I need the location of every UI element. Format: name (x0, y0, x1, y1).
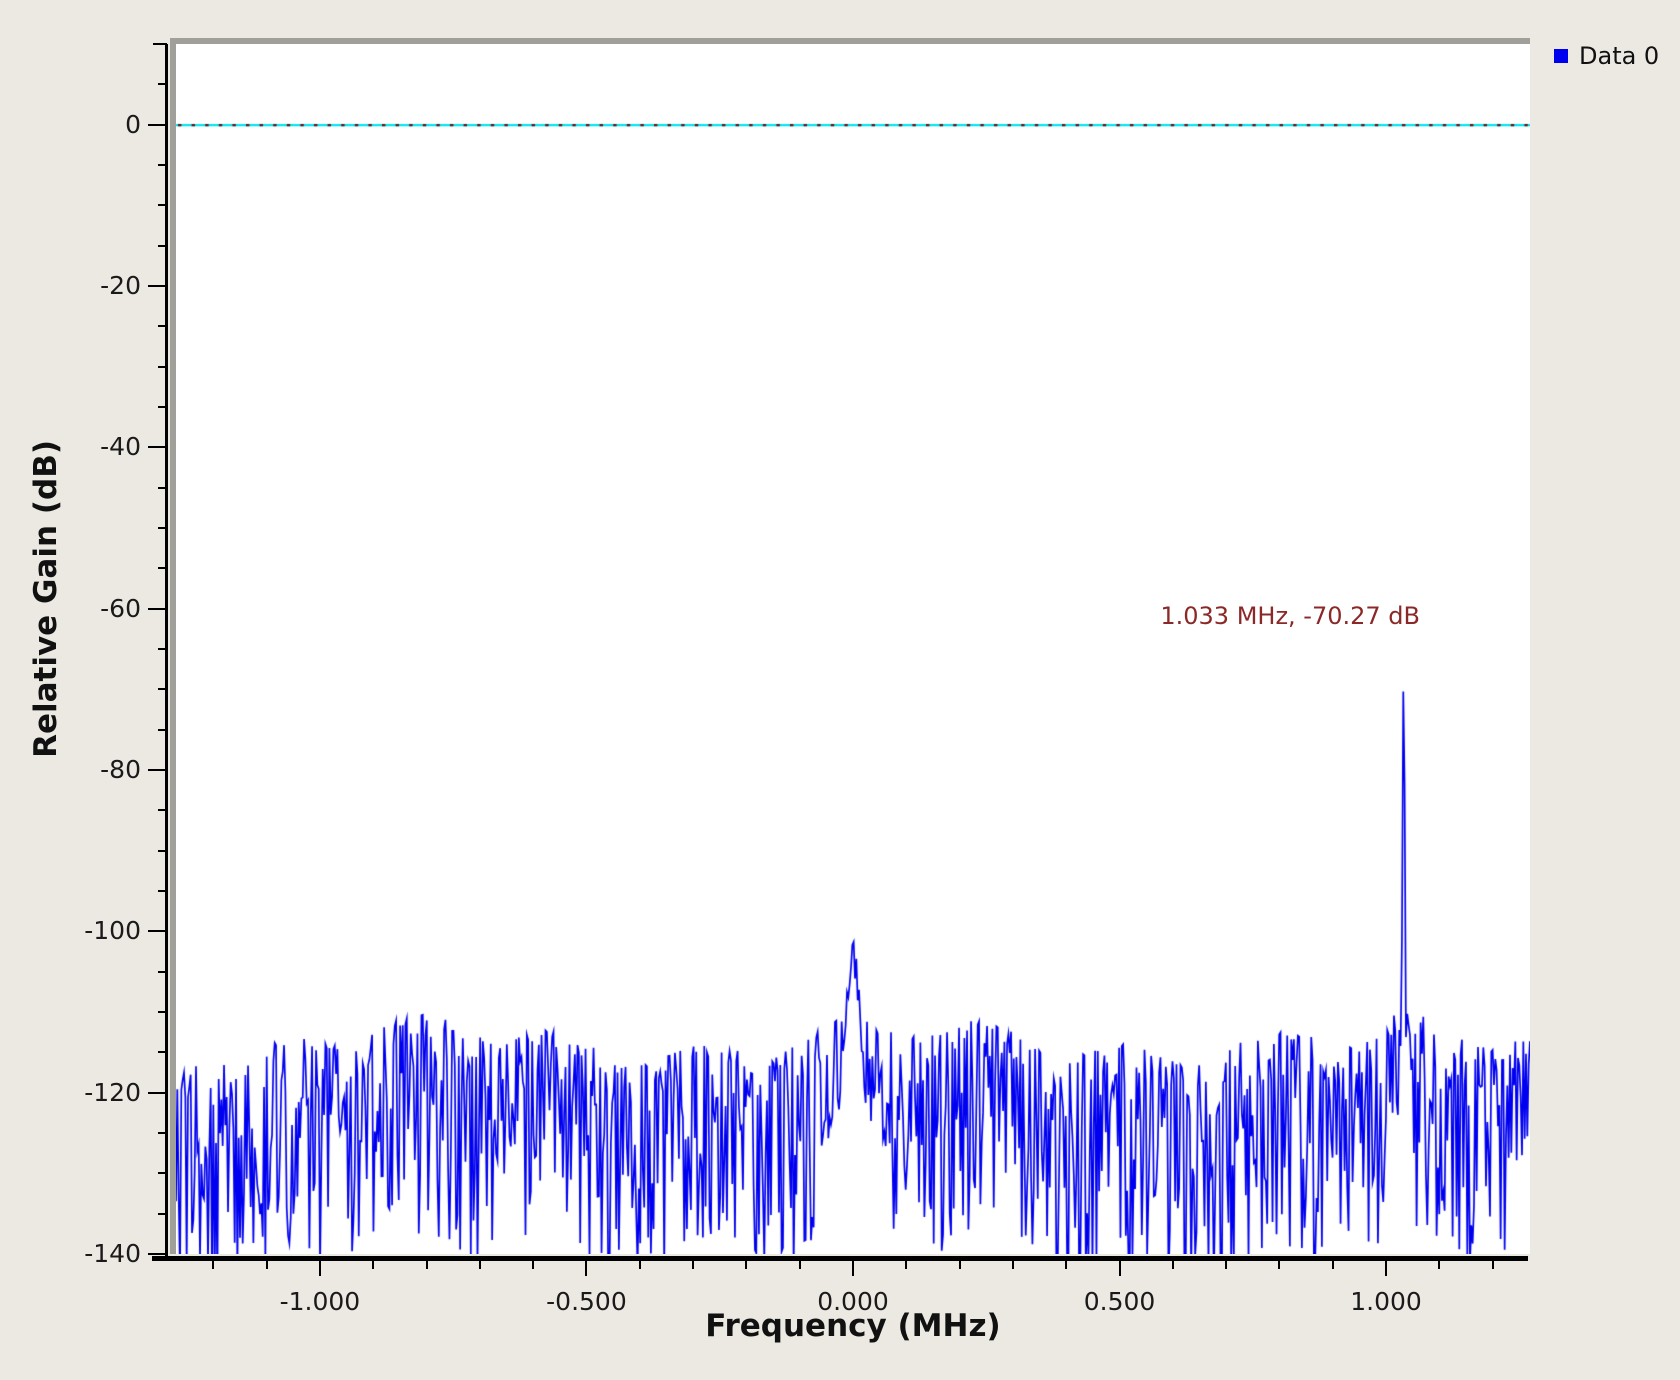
peak-marker-annotation: 1.033 MHz, -70.27 dB (1000, 602, 1420, 630)
y-minor-tick (158, 809, 167, 811)
x-minor-tick (1278, 1261, 1280, 1269)
y-minor-tick (158, 245, 167, 247)
y-minor-tick (158, 1132, 167, 1134)
y-major-tick (148, 608, 167, 610)
y-major-tick (148, 930, 167, 932)
x-major-tick (319, 1261, 321, 1276)
y-minor-tick (158, 688, 167, 690)
x-minor-tick (1065, 1261, 1067, 1269)
y-medium-tick (153, 43, 167, 45)
x-minor-tick (905, 1261, 907, 1269)
y-major-tick (148, 769, 167, 771)
y-minor-tick (158, 1011, 167, 1013)
x-minor-tick (212, 1261, 214, 1269)
spectrum-plot-window: 0-20-40-60-80-100-120-140 -1.000-0.5000.… (0, 0, 1680, 1380)
x-minor-tick (1492, 1261, 1494, 1269)
y-minor-tick (158, 729, 167, 731)
y-axis-title-wrap: Relative Gain (dB) (24, 44, 68, 1154)
plot-area (176, 44, 1530, 1254)
y-minor-tick (158, 406, 167, 408)
y-minor-tick (158, 325, 167, 327)
x-minor-tick (1172, 1261, 1174, 1269)
x-minor-tick (1012, 1261, 1014, 1269)
x-minor-tick (639, 1261, 641, 1269)
spectrum-trace-canvas[interactable] (176, 44, 1530, 1254)
y-major-tick (148, 1253, 167, 1255)
y-minor-tick (158, 164, 167, 166)
y-axis-line (165, 44, 168, 1258)
y-minor-tick (158, 1172, 167, 1174)
x-axis-line (152, 1256, 1528, 1261)
x-minor-tick (372, 1261, 374, 1269)
legend-label-data0: Data 0 (1579, 42, 1659, 70)
x-major-tick (852, 1261, 854, 1276)
y-axis-title: Relative Gain (dB) (28, 440, 64, 758)
y-major-tick (148, 124, 167, 126)
y-minor-tick (158, 1051, 167, 1053)
x-minor-tick (799, 1261, 801, 1269)
x-minor-tick (532, 1261, 534, 1269)
y-minor-tick (158, 527, 167, 529)
x-minor-tick (692, 1261, 694, 1269)
x-minor-tick (1438, 1261, 1440, 1269)
y-tick-label: -140 (31, 1239, 141, 1269)
y-minor-tick (158, 83, 167, 85)
y-minor-tick (158, 971, 167, 973)
y-minor-tick (158, 567, 167, 569)
x-axis-title: Frequency (MHz) (176, 1308, 1530, 1344)
y-minor-tick (158, 850, 167, 852)
x-minor-tick (426, 1261, 428, 1269)
legend: Data 0 (1554, 42, 1659, 70)
y-minor-tick (158, 890, 167, 892)
x-minor-tick (1225, 1261, 1227, 1269)
y-minor-tick (158, 204, 167, 206)
y-major-tick (148, 446, 167, 448)
x-minor-tick (266, 1261, 268, 1269)
y-minor-tick (158, 648, 167, 650)
x-minor-tick (479, 1261, 481, 1269)
x-major-tick (585, 1261, 587, 1276)
x-minor-tick (959, 1261, 961, 1269)
x-major-tick (1119, 1261, 1121, 1276)
legend-swatch-data0 (1554, 49, 1568, 63)
y-major-tick (148, 285, 167, 287)
y-major-tick (148, 1092, 167, 1094)
y-minor-tick (158, 487, 167, 489)
x-major-tick (1385, 1261, 1387, 1276)
x-minor-tick (745, 1261, 747, 1269)
x-minor-tick (1332, 1261, 1334, 1269)
y-minor-tick (158, 1213, 167, 1215)
y-minor-tick (158, 366, 167, 368)
